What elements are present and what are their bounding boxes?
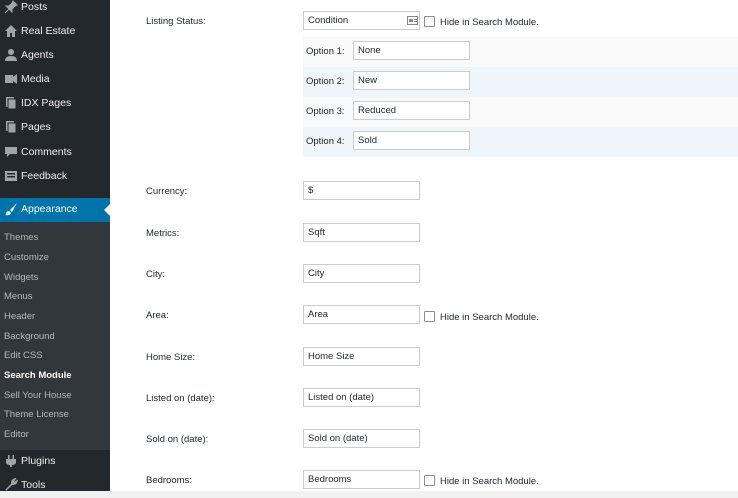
submenu-header[interactable]: Header [4,311,35,322]
comment-icon [5,147,17,157]
pages-icon [6,97,17,110]
option-row: Option 4: Sold [303,127,738,157]
currency-input[interactable]: $ [303,181,420,200]
area-value: Area [308,309,329,320]
submenu-background[interactable]: Background [4,331,55,342]
submenu-customize[interactable]: Customize [4,252,49,263]
submenu-search-module[interactable]: Search Module [4,370,72,381]
submenu-theme-license[interactable]: Theme License [4,409,69,420]
option-2-input[interactable]: New [353,71,470,90]
menu-comments[interactable]: Comments [0,141,110,165]
submenu-sell-your-house[interactable]: Sell Your House [4,390,72,401]
menu-feedback[interactable]: Feedback [0,165,110,189]
bedrooms-label: Bedrooms: [146,475,192,486]
menu-idx-pages-label: IDX Pages [21,97,72,109]
option-row: Option 3: Reduced [303,97,738,127]
menu-appearance-label: Appearance [21,203,78,215]
listing-status-hide-label: Hide in Search Module. [440,17,539,28]
option-1-input[interactable]: None [353,41,470,60]
home-size-value: Home Size [308,351,355,362]
submenu-widgets[interactable]: Widgets [4,272,38,283]
option-3-value: Reduced [358,105,397,116]
bedrooms-value: Bedrooms [308,474,352,485]
listing-status-label: Listing Status: [146,16,206,27]
menu-comments-label: Comments [21,146,72,158]
area-label: Area: [146,310,169,321]
plug-icon [6,455,16,467]
submenu-editor[interactable]: Editor [4,429,29,440]
listing-status-input[interactable]: Condition [303,11,420,30]
menu-pages[interactable]: Pages [0,116,110,140]
option-4-input[interactable]: Sold [353,131,470,150]
appearance-submenu: Themes Customize Widgets Menus Header Ba… [0,222,110,450]
menu-tools-label: Tools [21,479,46,491]
wrench-icon [5,478,18,491]
option-2-value: New [358,75,378,86]
page-icon [6,121,17,134]
admin-sidebar: Posts Real Estate Agents Media IDX Pages… [0,0,110,491]
listed-on-value: Listed on (date) [308,392,375,403]
city-value: City [308,268,325,279]
area-input[interactable]: Area [303,305,420,324]
option-1-value: None [358,45,381,56]
menu-tools[interactable]: Tools [0,474,110,498]
option-row: Option 2: New [303,67,738,97]
menu-idx-pages[interactable]: IDX Pages [0,92,110,116]
city-input[interactable]: City [303,264,420,283]
metrics-value: Sqft [308,227,325,238]
bedrooms-hide-checkbox[interactable] [424,475,435,486]
search-module-settings: Listing Status: Condition Hide in Search… [110,0,738,491]
option-4-value: Sold [358,135,378,146]
menu-feedback-label: Feedback [21,170,68,182]
currency-value: $ [308,185,314,196]
user-icon [5,49,17,61]
listed-on-input[interactable]: Listed on (date) [303,388,420,407]
area-hide-checkbox[interactable] [424,311,435,322]
home-size-input[interactable]: Home Size [303,347,420,366]
submenu-edit-css[interactable]: Edit CSS [4,350,43,361]
menu-media-label: Media [21,73,50,85]
listed-on-label: Listed on (date): [146,393,215,404]
bedrooms-hide-label: Hide in Search Module. [440,476,539,487]
area-hide-label: Hide in Search Module. [440,312,539,323]
house-icon [5,25,17,37]
menu-posts-label: Posts [21,1,48,13]
submenu-menus[interactable]: Menus [4,291,33,302]
menu-pages-label: Pages [21,121,51,133]
menu-posts[interactable]: Posts [0,0,110,20]
option-3-input[interactable]: Reduced [353,101,470,120]
sold-on-value: Sold on (date) [308,433,368,444]
submenu-themes[interactable]: Themes [4,232,38,243]
option-3-label: Option 3: [306,106,345,117]
option-1-label: Option 1: [306,46,345,57]
pushpin-icon [4,0,18,14]
listing-status-hide-checkbox[interactable] [424,16,435,27]
media-icon [5,74,17,84]
metrics-input[interactable]: Sqft [303,223,420,242]
menu-appearance[interactable]: Appearance [0,198,110,222]
menu-real-estate-label: Real Estate [21,25,76,37]
menu-real-estate[interactable]: Real Estate [0,20,110,44]
menu-plugins-label: Plugins [21,455,56,467]
listing-status-value: Condition [308,15,349,26]
home-size-label: Home Size: [146,352,196,363]
menu-agents-label: Agents [21,49,54,61]
menu-media[interactable]: Media [0,68,110,92]
feedback-icon [5,171,17,181]
option-4-label: Option 4: [306,136,345,147]
city-label: City: [146,269,165,280]
sold-on-label: Sold on (date): [146,434,209,445]
menu-agents[interactable]: Agents [0,44,110,68]
currency-label: Currency: [146,186,188,197]
sold-on-input[interactable]: Sold on (date) [303,429,420,448]
paintbrush-icon [5,203,17,216]
option-2-label: Option 2: [306,76,345,87]
contact-card-icon [407,16,418,25]
menu-plugins[interactable]: Plugins [0,450,110,474]
option-row: Option 1: None [303,37,738,67]
metrics-label: Metrics: [146,228,180,239]
bedrooms-input[interactable]: Bedrooms [303,470,420,489]
